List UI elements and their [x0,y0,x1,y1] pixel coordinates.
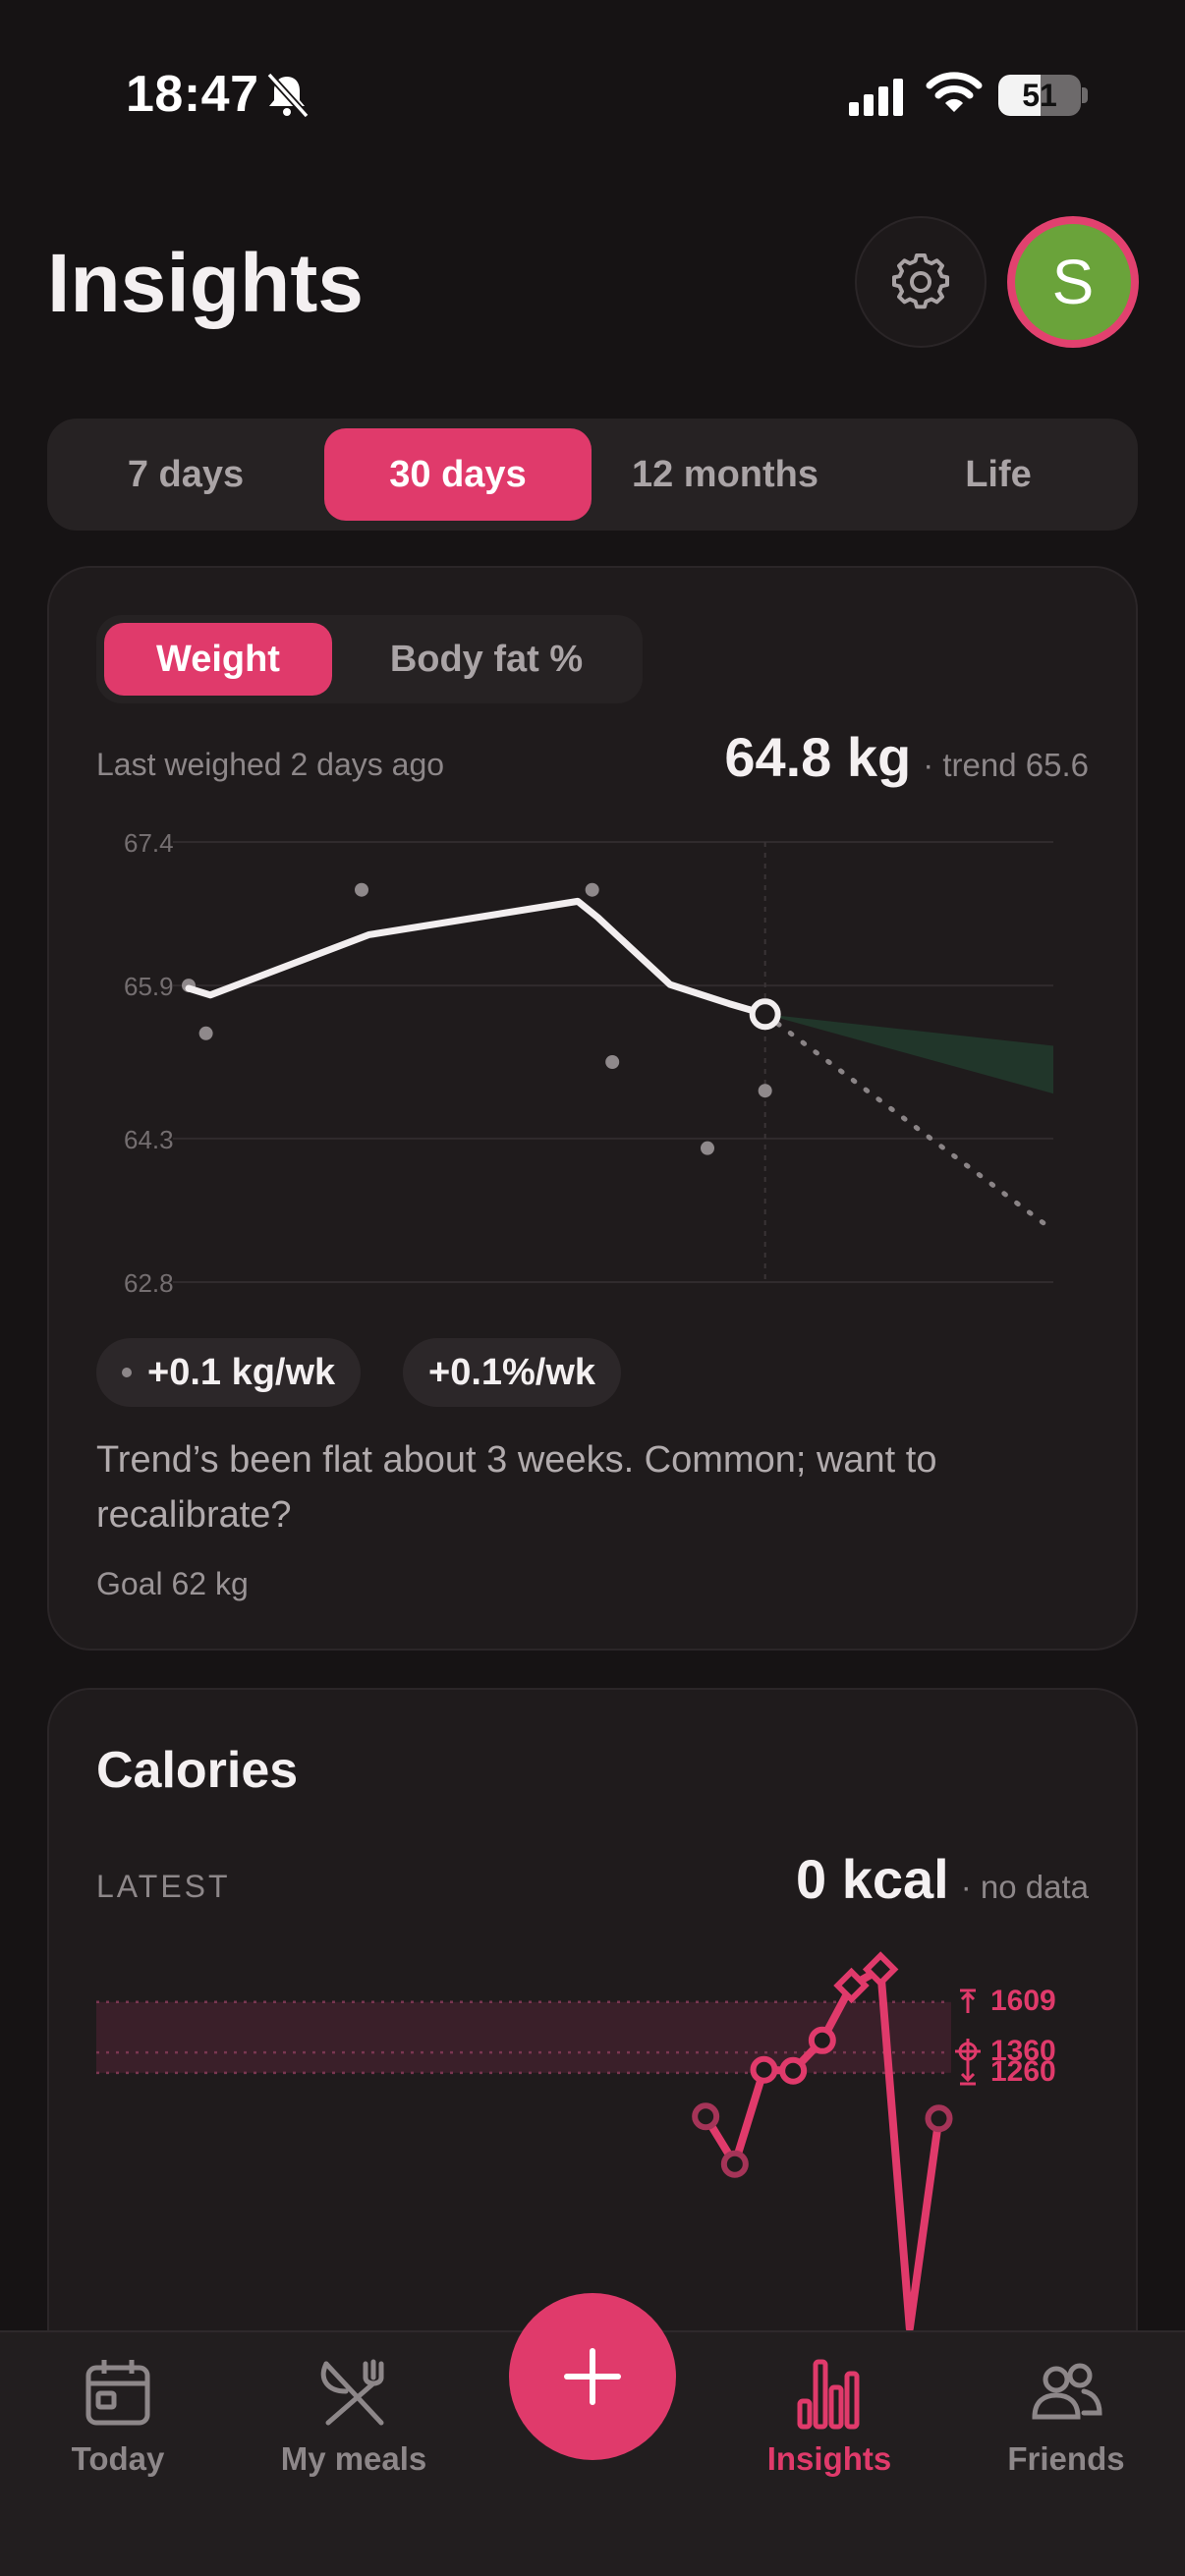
wifi-icon [926,72,983,112]
bar-chart-icon [797,2359,860,2430]
calories-data-point [720,2150,749,2178]
nav-label-today: Today [71,2440,165,2477]
nav-friends[interactable]: Friends [958,2354,1174,2492]
weight-chart[interactable]: 67.4 65.9 64.3 62.8 [49,568,1138,1334]
weight-y-tick: 64.3 [124,1125,174,1154]
rate-kg: +0.1 kg/wk [147,1351,336,1393]
calories-data-point [750,2055,778,2084]
friends-icon [1032,2363,1102,2420]
tab-30-days[interactable]: 30 days [324,428,592,521]
plus-icon [564,2348,621,2405]
weight-card: Weight Body fat % Last weighed 2 days ag… [47,566,1138,1651]
gear-icon [892,253,949,309]
arrow-down-bar-icon [960,2059,976,2086]
rate-pct: +0.1%/wk [428,1351,596,1393]
arrow-up-bar-icon [960,1988,976,2013]
calories-data-point [692,2102,720,2131]
avatar[interactable]: S [1007,216,1139,348]
nav-insights[interactable]: Insights [721,2354,937,2492]
avatar-initial: S [1015,224,1131,340]
weight-y-tick: 67.4 [124,828,174,858]
battery-indicator: 51 [998,75,1081,116]
weight-projection-band [764,1014,1053,1094]
goal-label: Goal 62 kg [96,1566,249,1601]
tab-12-months[interactable]: 12 months [592,428,859,521]
add-entry-button[interactable] [509,2293,676,2460]
nav-label-my-meals: My meals [280,2440,427,2477]
trend-message[interactable]: Trend’s been flat about 3 weeks. Common;… [96,1432,1079,1542]
page-title: Insights [47,237,365,329]
calories-data-point [808,2026,836,2054]
weight-data-point [585,882,599,897]
calories-data-point [925,2104,953,2133]
rate-dot [122,1368,132,1377]
bell-muted-icon [266,72,310,119]
ref-value-min: 1260 [990,2054,1056,2088]
ref-line-label-min: 1260 [953,2055,1056,2089]
weight-data-point [355,882,368,897]
ref-line-label-max: 1609 [953,1985,1056,2018]
nav-label-insights: Insights [766,2440,892,2477]
nav-my-meals[interactable]: My meals [246,2354,462,2492]
weight-data-point [758,1084,772,1098]
status-time: 18:47 [126,66,259,123]
weight-data-point [701,1141,714,1155]
cellular-signal-icon [849,79,903,116]
tab-7-days[interactable]: 7 days [57,428,314,521]
tab-life[interactable]: Life [869,428,1128,521]
weight-y-tick: 62.8 [124,1268,174,1298]
weight-y-tick: 65.9 [124,972,174,1001]
fork-knife-icon [320,2359,384,2426]
range-tabs: 7 days 30 days 12 months Life [47,419,1138,531]
ref-value-max: 1609 [990,1984,1056,2017]
weight-data-point [198,1026,213,1040]
calendar-icon [85,2360,150,2426]
status-bar: 18:47 51 [0,0,1185,187]
calories-data-point [779,2056,808,2085]
nav-label-friends: Friends [1007,2440,1125,2477]
battery-percent: 51 [1022,78,1057,113]
rate-kg-pill: +0.1 kg/wk [96,1338,362,1407]
rate-pct-pill: +0.1%/wk [403,1338,622,1407]
weight-trend-line [185,897,769,1018]
settings-button[interactable] [855,216,987,348]
weight-data-point [605,1055,620,1069]
battery-tip [1082,87,1088,103]
weight-current-marker [749,998,781,1031]
nav-today[interactable]: Today [10,2354,226,2492]
